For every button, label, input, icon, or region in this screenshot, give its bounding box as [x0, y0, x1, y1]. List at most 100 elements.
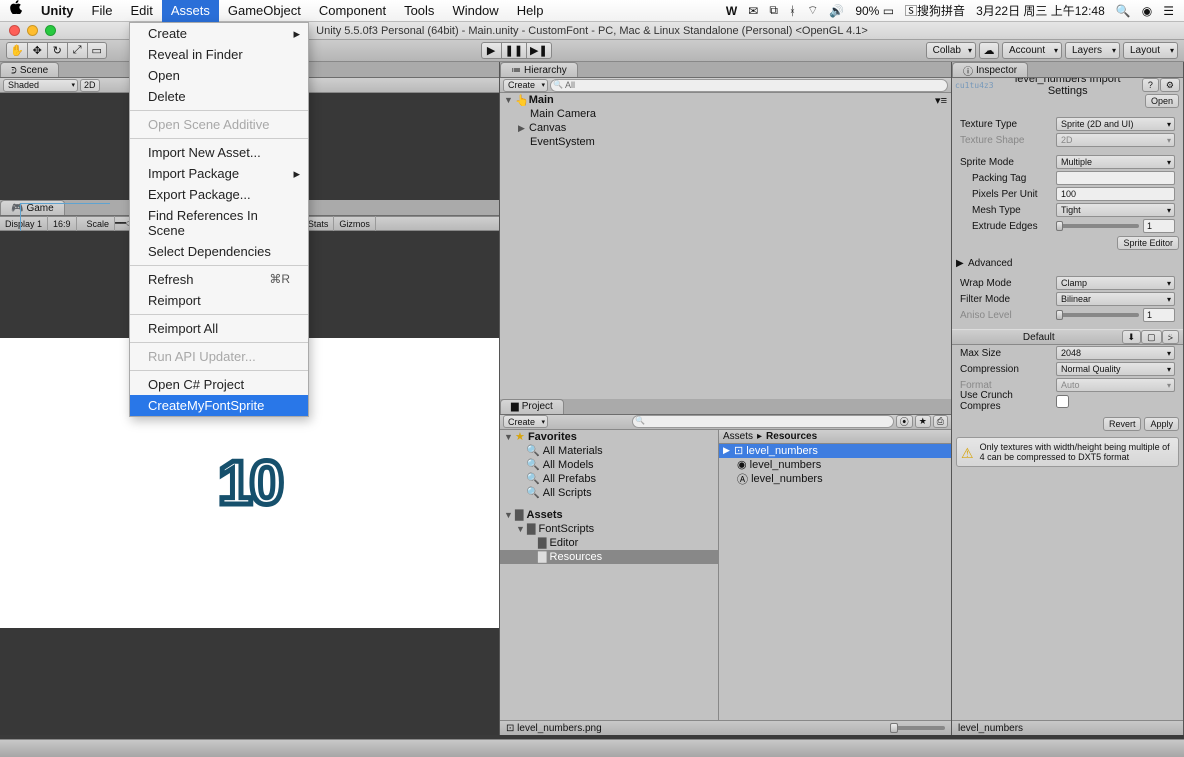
hierarchy-item[interactable]: Main Camera [500, 107, 951, 121]
hierarchy-item[interactable]: EventSystem [500, 135, 951, 149]
project-create-dropdown[interactable]: Create [503, 415, 548, 428]
extrude-slider[interactable] [1056, 224, 1139, 228]
max-size-dropdown[interactable]: 2048 [1056, 346, 1175, 360]
layout-dropdown[interactable]: Layout [1123, 42, 1178, 59]
menu-item-reimport[interactable]: Reimport [130, 290, 308, 311]
search-label-icon[interactable]: ⎙ [933, 415, 948, 428]
sprite-mode-dropdown[interactable]: Multiple [1056, 155, 1175, 169]
menu-item-createmyfontsprite[interactable]: CreateMyFontSprite [130, 395, 308, 416]
menu-item-import-package[interactable]: Import Package [130, 163, 308, 184]
asset-texture[interactable]: ▶⊡ level_numbers [719, 444, 951, 458]
menu-file[interactable]: File [83, 0, 122, 22]
revert-button[interactable]: Revert [1103, 417, 1142, 431]
status-mail-icon[interactable]: ✉ [748, 4, 758, 18]
status-battery[interactable]: 90% ▭ [855, 4, 894, 18]
shading-dropdown[interactable]: Shaded [3, 79, 78, 92]
collab-dropdown[interactable]: Collab [926, 42, 976, 59]
mesh-type-dropdown[interactable]: Tight [1056, 203, 1175, 217]
menu-component[interactable]: Component [310, 0, 395, 22]
platform-ios-icon[interactable]: ▢ [1141, 330, 1162, 344]
menu-item-reimport-all[interactable]: Reimport All [130, 318, 308, 339]
menu-item-delete[interactable]: Delete [130, 86, 308, 107]
menu-item-export-package-[interactable]: Export Package... [130, 184, 308, 205]
cloud-button[interactable]: ☁ [979, 42, 999, 59]
hand-tool[interactable]: ✋ [6, 42, 27, 59]
menu-tools[interactable]: Tools [395, 0, 443, 22]
hierarchy-tree[interactable]: ▼👆Main▾≡ Main Camera ▶Canvas EventSystem [500, 93, 951, 399]
menu-item-select-dependencies[interactable]: Select Dependencies [130, 241, 308, 262]
hierarchy-item[interactable]: ▶Canvas [500, 121, 951, 135]
menu-item-find-references-in-scene[interactable]: Find References In Scene [130, 205, 308, 241]
status-dropbox-icon[interactable]: ⧉ [769, 3, 778, 18]
compression-dropdown[interactable]: Normal Quality [1056, 362, 1175, 376]
scene-root[interactable]: ▼👆Main▾≡ [500, 93, 951, 107]
wrap-mode-dropdown[interactable]: Clamp [1056, 276, 1175, 290]
project-search[interactable] [632, 415, 894, 428]
project-browser: ▼★ Favorites 🔍 All Materials 🔍 All Model… [500, 430, 951, 736]
inspector-tab[interactable]: ⓘ Inspector [952, 62, 1028, 77]
platform-tabs[interactable]: Default ⬇ ▢ ⍩ [952, 329, 1183, 345]
menu-app[interactable]: Unity [32, 0, 83, 22]
move-tool[interactable]: ✥ [27, 42, 47, 59]
status-ime[interactable]: 🅂 搜狗拼音 [905, 2, 965, 19]
search-filter-icon[interactable]: ⦿ [896, 415, 913, 428]
asset-material[interactable]: ◉ level_numbers [719, 458, 951, 472]
gear-icon[interactable]: ⚙ [1160, 78, 1180, 92]
menu-assets[interactable]: Assets [162, 0, 219, 22]
menu-edit[interactable]: Edit [121, 0, 161, 22]
status-spotlight-icon[interactable]: 🔍 [1116, 4, 1131, 18]
hierarchy-create-dropdown[interactable]: Create [503, 79, 548, 92]
ppu-input[interactable]: 100 [1056, 187, 1175, 201]
menu-item-open[interactable]: Open [130, 65, 308, 86]
project-folders[interactable]: ▼★ Favorites 🔍 All Materials 🔍 All Model… [500, 430, 719, 721]
thumbnail-size-slider[interactable] [890, 726, 945, 730]
account-dropdown[interactable]: Account [1002, 42, 1062, 59]
rotate-tool[interactable]: ↻ [47, 42, 67, 59]
platform-android-icon[interactable]: ⍩ [1162, 330, 1179, 344]
menu-item-reveal-in-finder[interactable]: Reveal in Finder [130, 44, 308, 65]
menu-window[interactable]: Window [443, 0, 507, 22]
menu-help[interactable]: Help [508, 0, 553, 22]
menu-item-open-c-project[interactable]: Open C# Project [130, 374, 308, 395]
menu-gameobject[interactable]: GameObject [219, 0, 310, 22]
help-icon[interactable]: ? [1142, 78, 1159, 92]
sprite-editor-button[interactable]: Sprite Editor [1117, 236, 1179, 250]
menu-item-create[interactable]: Create [130, 23, 308, 44]
layers-dropdown[interactable]: Layers [1065, 42, 1120, 59]
asset-font[interactable]: Ⓐ level_numbers [719, 472, 951, 486]
status-w-icon[interactable]: W [726, 4, 737, 18]
crunch-checkbox[interactable] [1056, 395, 1069, 408]
status-bluetooth-icon[interactable]: ᚼ [789, 4, 796, 18]
status-wifi-icon[interactable]: ⌔ [807, 3, 818, 18]
status-volume-icon[interactable]: 🔊 [829, 4, 844, 18]
rect-tool[interactable]: ▭ [87, 42, 107, 59]
step-button[interactable]: ▶❚ [526, 42, 552, 59]
packing-tag-input[interactable] [1056, 171, 1175, 185]
project-files[interactable]: Assets ▸ Resources ▶⊡ level_numbers ◉ le… [719, 430, 951, 721]
hierarchy-tab[interactable]: ≔ Hierarchy [500, 62, 578, 77]
pause-button[interactable]: ❚❚ [501, 42, 526, 59]
gizmos-dropdown[interactable]: Gizmos [334, 216, 376, 231]
scale-tool[interactable]: ⤢ [67, 42, 87, 59]
game-dark-bottom [0, 628, 499, 735]
advanced-foldout[interactable]: ▶Advanced [952, 256, 1183, 271]
hierarchy-search[interactable]: All [550, 79, 948, 92]
project-breadcrumb[interactable]: Assets ▸ Resources [719, 430, 951, 444]
filter-mode-dropdown[interactable]: Bilinear [1056, 292, 1175, 306]
play-button[interactable]: ▶ [481, 42, 501, 59]
menu-item-refresh[interactable]: Refresh⌘R [130, 269, 308, 290]
status-notif-icon[interactable]: ☰ [1163, 4, 1174, 18]
apple-logo[interactable] [0, 0, 32, 22]
search-type-icon[interactable]: ★ [915, 415, 931, 428]
open-button[interactable]: Open [1145, 94, 1179, 108]
scene-tab[interactable]: ⪾ Scene [0, 62, 59, 77]
project-tab[interactable]: ▆ Project [500, 399, 564, 414]
2d-toggle[interactable]: 2D [80, 79, 100, 92]
platform-standalone-icon[interactable]: ⬇ [1122, 330, 1142, 344]
status-siri-icon[interactable]: ◉ [1142, 4, 1152, 18]
apply-button[interactable]: Apply [1144, 417, 1179, 431]
menu-item-import-new-asset-[interactable]: Import New Asset... [130, 142, 308, 163]
texture-type-dropdown[interactable]: Sprite (2D and UI) [1056, 117, 1175, 131]
status-date[interactable]: 3月22日 周三 上午12:48 [976, 2, 1105, 19]
project-footer: ⊡ level_numbers.png [500, 720, 951, 735]
